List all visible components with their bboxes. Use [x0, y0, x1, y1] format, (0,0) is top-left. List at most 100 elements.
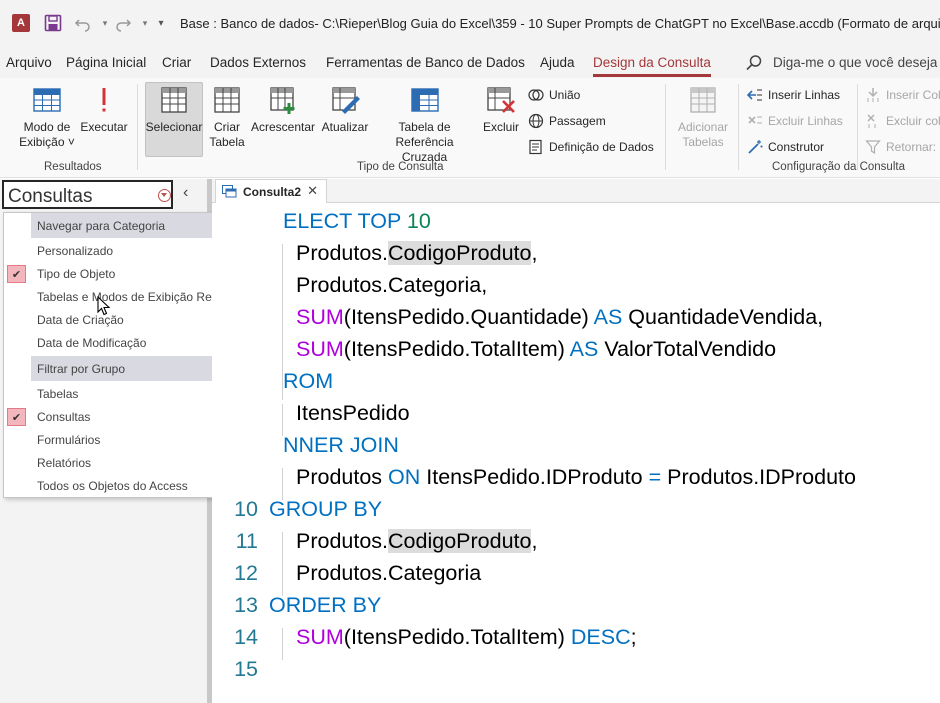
- sql-line: Produtos.Categoria: [296, 561, 481, 586]
- sql-text: QuantidadeVendida,: [628, 305, 824, 329]
- sql-keyword: NNER JOIN: [283, 433, 399, 457]
- sql-line: ELECT TOP 10: [283, 209, 431, 234]
- atualizar-button[interactable]: Atualizar: [319, 84, 371, 135]
- mouse-cursor-icon: [97, 296, 111, 316]
- return-funnel-icon: [865, 140, 881, 155]
- nav-pane-header[interactable]: Consultas: [2, 180, 173, 209]
- menu-item-tipo-objeto[interactable]: Tipo de Objeto: [37, 267, 115, 281]
- sql-text: Produtos.Categoria,: [296, 273, 488, 297]
- tab-dados-externos[interactable]: Dados Externos: [210, 55, 306, 70]
- nav-menu-dropdown-icon[interactable]: [158, 189, 171, 202]
- tab-ferramentas-banco-dados[interactable]: Ferramentas de Banco de Dados: [326, 55, 525, 70]
- excluir-linhas-button[interactable]: Excluir Linhas: [747, 113, 843, 129]
- datasheet-view-icon: [33, 88, 61, 112]
- save-icon[interactable]: [42, 12, 64, 34]
- atualizar-label: Atualizar: [321, 120, 369, 134]
- access-app-icon[interactable]: A: [10, 12, 32, 34]
- executar-button[interactable]: Executar: [79, 84, 129, 135]
- sql-text: (ItensPedido.TotalItem): [343, 337, 565, 361]
- customize-quick-access-icon[interactable]: ▾: [150, 12, 172, 34]
- sql-text: ,: [531, 241, 538, 265]
- window-title: Base : Banco de dados- C:\Rieper\Blog Gu…: [180, 16, 940, 31]
- uniao-button[interactable]: União: [528, 87, 580, 103]
- delete-columns-icon: [867, 114, 876, 128]
- criar-tabela-label-2: Tabela: [209, 135, 245, 149]
- retornar-field[interactable]: Retornar:: [865, 139, 936, 155]
- document-tab-consulta2[interactable]: Consulta2 ✕: [215, 179, 327, 203]
- insert-columns-icon: [867, 88, 879, 102]
- criar-tabela-label-1: Criar: [214, 120, 240, 134]
- inserir-linhas-button[interactable]: Inserir Linhas: [747, 87, 840, 103]
- inserir-colunas-button[interactable]: Inserir Col: [865, 87, 940, 103]
- excluir-linhas-label: Excluir Linhas: [768, 114, 843, 128]
- sql-line: ORDER BY: [269, 593, 381, 618]
- ref-cruzada-label-1: Tabela de: [398, 120, 451, 134]
- menu-item-formularios[interactable]: Formulários: [37, 433, 100, 447]
- acrescentar-button[interactable]: Acrescentar: [250, 84, 316, 135]
- access-logo: A: [12, 14, 30, 32]
- exclamation-run-icon: [102, 88, 106, 112]
- excluir-button[interactable]: Excluir: [479, 84, 523, 135]
- shutter-bar-collapse-icon[interactable]: ‹: [183, 184, 188, 202]
- query-tab-icon: [222, 185, 237, 198]
- inserir-colunas-label: Inserir Col: [886, 88, 940, 102]
- sql-keyword: ROM: [283, 369, 334, 393]
- tell-me-search[interactable]: Diga-me o que você deseja: [773, 55, 937, 70]
- indent-guide: [282, 468, 283, 500]
- tab-ajuda[interactable]: Ajuda: [540, 55, 575, 70]
- tabela-referencia-cruzada-button[interactable]: Tabela de Referência Cruzada: [372, 84, 477, 165]
- sql-line: SUM(ItensPedido.TotalItem) DESC;: [296, 625, 637, 650]
- selecionar-label: Selecionar: [145, 120, 203, 134]
- crosstab-icon: [410, 88, 439, 112]
- selecionar-button[interactable]: Selecionar: [145, 84, 203, 135]
- sql-keyword: DESC: [570, 625, 631, 649]
- sql-editor[interactable]: ELECT TOP 10 Produtos.CodigoProduto, Pro…: [212, 204, 940, 703]
- close-icon[interactable]: ✕: [307, 183, 318, 199]
- menu-item-consultas[interactable]: Consultas: [37, 410, 90, 424]
- definicao-dados-button[interactable]: Definição de Dados: [528, 139, 654, 155]
- menu-item-tabelas[interactable]: Tabelas: [37, 387, 78, 401]
- tab-pagina-inicial[interactable]: Página Inicial: [66, 55, 146, 70]
- check-icon: ✔: [7, 408, 26, 426]
- tab-arquivo[interactable]: Arquivo: [6, 55, 52, 70]
- sql-text: ,: [531, 529, 538, 553]
- nav-pane-title: Consultas: [8, 186, 93, 207]
- adicionar-tabelas-button[interactable]: Adicionar Tabelas: [672, 84, 734, 150]
- menu-item-personalizado[interactable]: Personalizado: [37, 244, 113, 258]
- indent-guide: [282, 404, 283, 436]
- sql-function: SUM: [296, 337, 344, 361]
- criar-tabela-button[interactable]: Criar Tabela: [206, 84, 248, 150]
- search-icon[interactable]: [745, 54, 763, 72]
- sql-keyword: GROUP BY: [269, 497, 383, 521]
- tab-criar[interactable]: Criar: [162, 55, 191, 70]
- modo-exibicao-button[interactable]: Modo de Exibição ˅: [18, 84, 76, 150]
- active-tab-indicator: [593, 74, 711, 77]
- sql-text: ;: [630, 625, 637, 649]
- excluir-colunas-button[interactable]: Excluir col: [865, 113, 940, 129]
- menu-item-relatorios[interactable]: Relatórios: [37, 456, 91, 470]
- line-number: 14: [234, 625, 258, 649]
- line-number: 11: [235, 529, 258, 553]
- sql-text: (ItensPedido.TotalItem): [343, 625, 565, 649]
- sql-highlight: CodigoProduto: [388, 241, 532, 265]
- tab-design-consulta[interactable]: Design da Consulta: [593, 55, 711, 70]
- construtor-button[interactable]: Construtor: [747, 139, 824, 155]
- group-configuracao-label: Configuração da Consulta: [772, 161, 905, 173]
- passagem-button[interactable]: Passagem: [528, 113, 606, 129]
- menu-item-todos-objetos[interactable]: Todos os Objetos do Access: [37, 479, 188, 493]
- definicao-dados-label: Definição de Dados: [549, 140, 654, 154]
- undo-icon[interactable]: [72, 12, 94, 34]
- sql-keyword: AS: [593, 305, 623, 329]
- sql-line: ROM: [283, 369, 333, 394]
- redo-icon[interactable]: [112, 12, 134, 34]
- globe-icon: [528, 113, 544, 129]
- check-icon: ✔: [7, 265, 26, 283]
- modo-exibicao-label-2: Exibição ˅: [19, 135, 75, 149]
- group-separator: [738, 84, 739, 170]
- insert-rows-icon: [747, 89, 762, 101]
- group-separator: [137, 84, 138, 170]
- group-tipo-consulta-label: Tipo de Consulta: [357, 161, 444, 173]
- update-query-icon: [332, 87, 360, 114]
- menu-item-data-modificacao[interactable]: Data de Modificação: [37, 336, 146, 350]
- add-tables-icon: [690, 87, 716, 113]
